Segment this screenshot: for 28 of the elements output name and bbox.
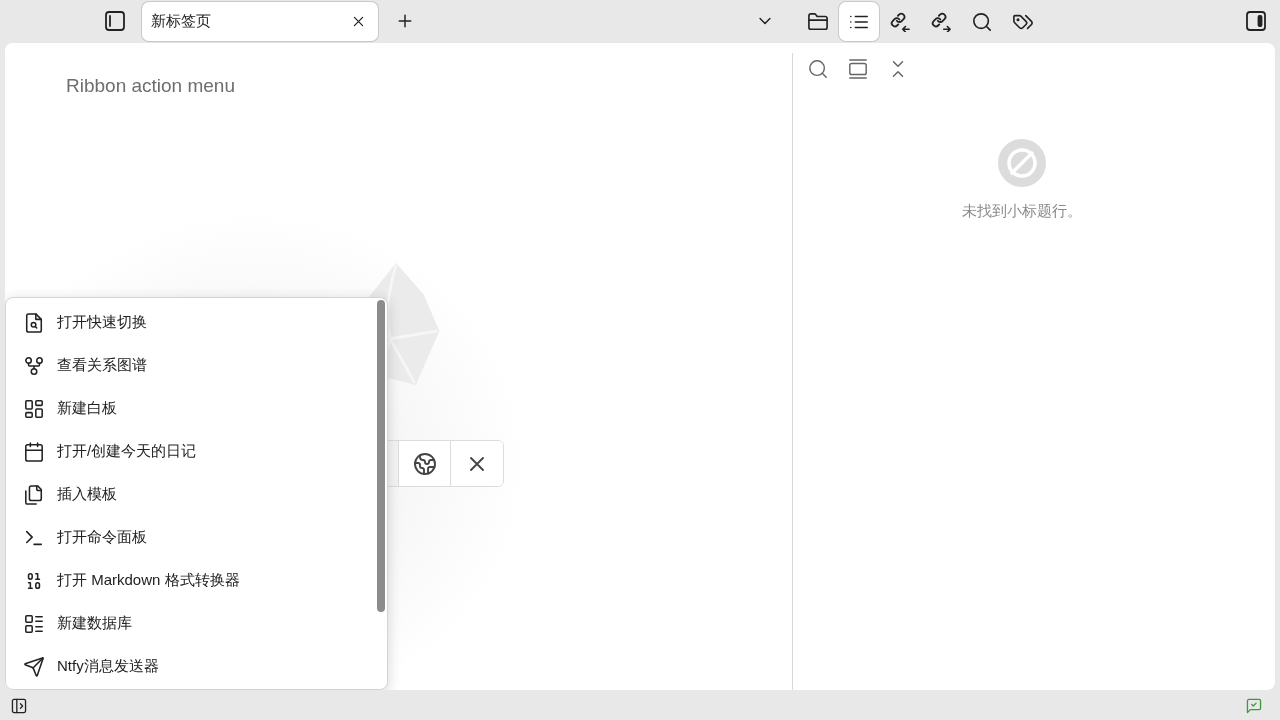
globe-icon[interactable] xyxy=(413,452,436,475)
scrollbar[interactable] xyxy=(377,300,385,612)
menu-item[interactable]: 打开/创建今天的日记 xyxy=(6,430,373,473)
menu-item[interactable]: Ntfy消息发送器 xyxy=(6,645,373,688)
file-search-icon[interactable] xyxy=(24,312,44,333)
menu-item[interactable]: 新建数据库 xyxy=(6,602,373,645)
copy-files-icon[interactable] xyxy=(24,484,44,505)
folder-icon[interactable] xyxy=(808,11,828,32)
menu-item[interactable]: 打开快速切换 xyxy=(6,301,373,344)
empty-outline-message: 未找到小标题行。 xyxy=(962,201,1082,221)
page-title: Ribbon action menu xyxy=(66,74,235,98)
fork-nodes-icon[interactable] xyxy=(24,355,44,376)
search-icon[interactable] xyxy=(972,11,992,32)
tab[interactable]: 新标签页 xyxy=(142,2,378,41)
menu-item[interactable]: 插入模板 xyxy=(6,473,373,516)
plus-icon[interactable] xyxy=(396,12,414,30)
link-arrow-right-icon[interactable] xyxy=(931,11,951,32)
send-icon[interactable] xyxy=(24,656,44,677)
menu-item[interactable]: 查看关系图谱 xyxy=(6,344,373,387)
menu-item[interactable]: 打开 Markdown 格式转换器 xyxy=(6,559,373,602)
grid-tiles-icon[interactable] xyxy=(24,398,44,419)
list-tiles-icon[interactable] xyxy=(24,613,44,634)
menu-item[interactable]: 新建白板 xyxy=(6,387,373,430)
empty-circle-slash-icon xyxy=(998,139,1046,187)
link-arrow-left-icon[interactable] xyxy=(890,11,910,32)
sidebar-tab[interactable] xyxy=(839,2,879,41)
menu-item[interactable]: 打开命令面板 xyxy=(6,516,373,559)
calendar-icon[interactable] xyxy=(24,441,44,462)
